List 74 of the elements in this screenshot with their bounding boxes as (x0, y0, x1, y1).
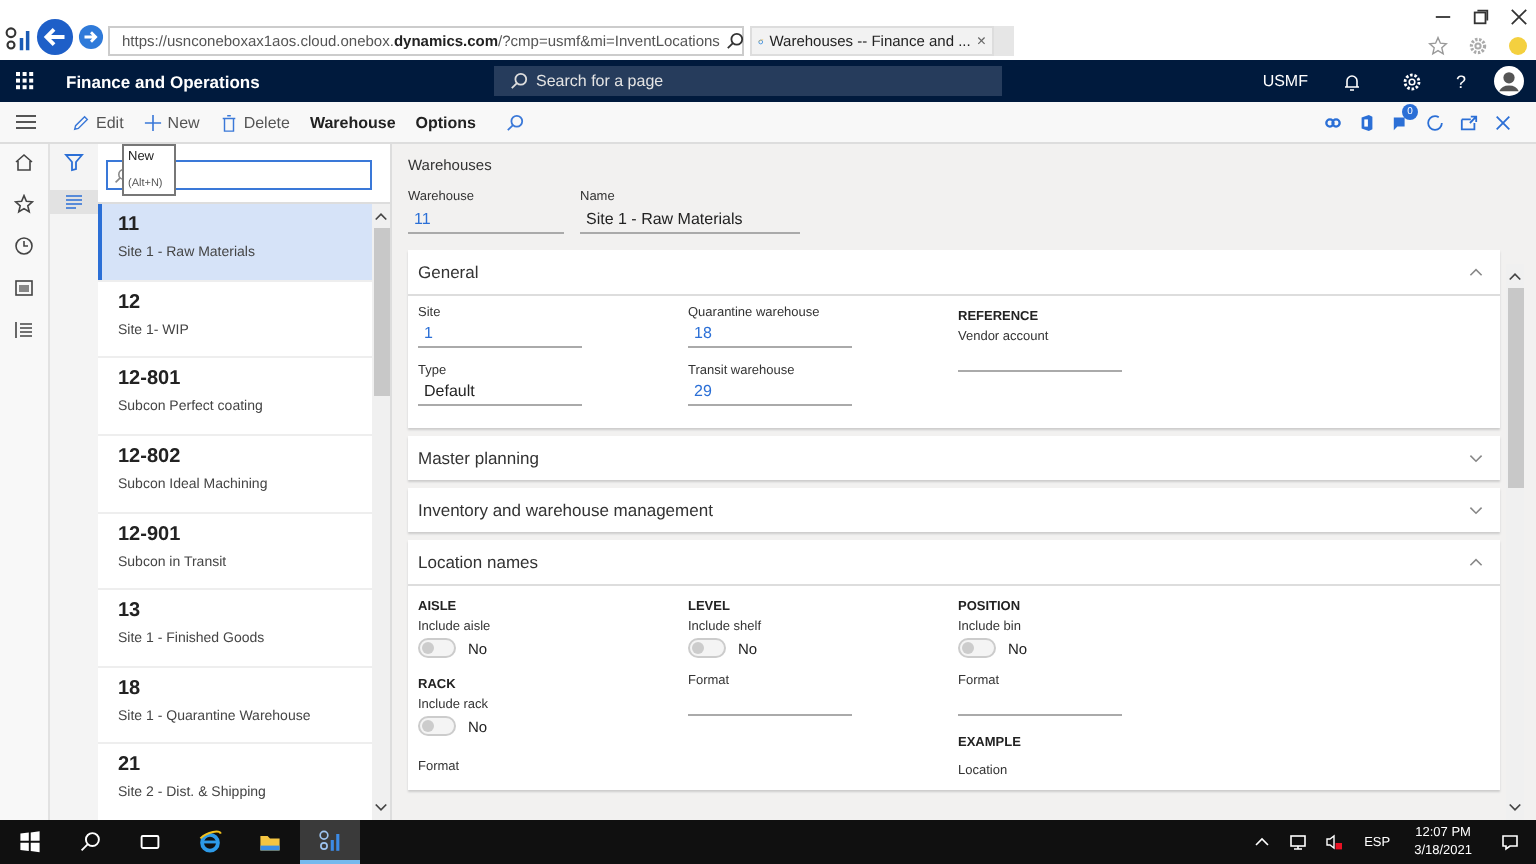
warehouse-id: 12-801 (118, 368, 183, 391)
scrollbar-thumb[interactable] (1507, 288, 1523, 488)
edit-button[interactable]: Edit (70, 102, 126, 142)
scrollbar-thumb[interactable] (373, 228, 389, 396)
forward-button[interactable] (78, 24, 104, 50)
warehouse-id: 18 (118, 677, 143, 700)
field-value: Site 1 - Raw Materials (580, 210, 800, 234)
restore-icon[interactable] (1472, 8, 1490, 26)
toggle-switch[interactable] (958, 638, 996, 658)
delete-button[interactable]: Delete (217, 102, 292, 142)
menu-icon[interactable] (16, 112, 36, 132)
warehouse-id: 12-802 (118, 445, 183, 468)
workspace-icon[interactable] (14, 278, 34, 298)
list-view-button[interactable] (50, 190, 98, 214)
chevron-up-icon[interactable] (1508, 270, 1522, 282)
app-logo-icon (4, 23, 32, 51)
field-value: 11 (408, 210, 564, 234)
warehouse-id: 13 (118, 600, 143, 623)
search-icon (510, 72, 528, 90)
app-title: Finance and Operations (66, 71, 262, 91)
pencil-icon (72, 113, 90, 131)
filter-icon[interactable] (64, 152, 84, 172)
clock-icon[interactable] (14, 236, 34, 256)
section-header[interactable]: Inventory and warehouse management (408, 488, 1500, 532)
warehouse-id: 12-901 (118, 523, 183, 545)
chevron-down-icon (1468, 450, 1484, 466)
toggle-switch[interactable] (418, 716, 456, 736)
search-field[interactable]: Search for a page (494, 66, 1002, 96)
monitor-icon[interactable] (1288, 832, 1309, 852)
home-icon[interactable] (14, 152, 34, 172)
section-header[interactable]: Master planning (408, 436, 1500, 480)
field-value: Default (418, 382, 582, 406)
plus-icon (143, 113, 162, 131)
taskbar-app-button[interactable] (300, 820, 360, 864)
menu-tab[interactable]: Warehouse (307, 102, 398, 142)
section-header[interactable]: Location names (408, 540, 1500, 586)
new-button[interactable]: New (141, 102, 202, 142)
office-icon[interactable] (1358, 113, 1376, 131)
chevron-up-icon[interactable] (374, 210, 388, 222)
help-button[interactable]: ? (1455, 71, 1466, 91)
list-icon[interactable] (14, 320, 34, 340)
close-icon[interactable] (1510, 8, 1528, 26)
field-value: 1 (418, 324, 582, 348)
list-icon (64, 192, 84, 212)
search-icon[interactable] (725, 32, 744, 50)
company-picker[interactable]: USMF (1262, 72, 1308, 90)
chevron-down-icon[interactable] (1508, 802, 1522, 814)
chevron-up-icon (1468, 554, 1484, 570)
open-in-new-window-icon[interactable] (1460, 113, 1478, 131)
menu-tab[interactable]: Options (413, 102, 478, 142)
toggle-switch[interactable] (418, 638, 456, 658)
warehouse-id: 21 (118, 754, 143, 777)
star-icon[interactable] (1428, 36, 1448, 56)
warehouse-id: 12 (118, 291, 143, 314)
tab-close-button[interactable]: × (976, 32, 986, 50)
avatar-icon[interactable] (1494, 66, 1524, 96)
back-button[interactable] (36, 18, 74, 56)
chevron-down-icon[interactable] (374, 802, 388, 814)
warehouse-id: 11 (118, 214, 142, 236)
toggle-switch[interactable] (688, 638, 726, 658)
chevron-down-icon (1468, 502, 1484, 518)
field-value: 29 (688, 382, 852, 406)
chat-icon[interactable] (1392, 113, 1410, 131)
field-value: 18 (688, 324, 852, 348)
bell-icon[interactable] (1341, 71, 1362, 91)
section-header[interactable]: General (408, 250, 1500, 296)
speaker-muted-icon[interactable] (1324, 832, 1345, 852)
trash-icon (219, 113, 238, 131)
app-launcher-icon[interactable] (16, 72, 34, 90)
link-icon[interactable] (1324, 113, 1342, 131)
star-icon[interactable] (14, 194, 34, 214)
refresh-icon[interactable] (1426, 113, 1444, 131)
chevron-up-icon (1468, 264, 1484, 280)
notification-icon[interactable] (1500, 832, 1520, 852)
